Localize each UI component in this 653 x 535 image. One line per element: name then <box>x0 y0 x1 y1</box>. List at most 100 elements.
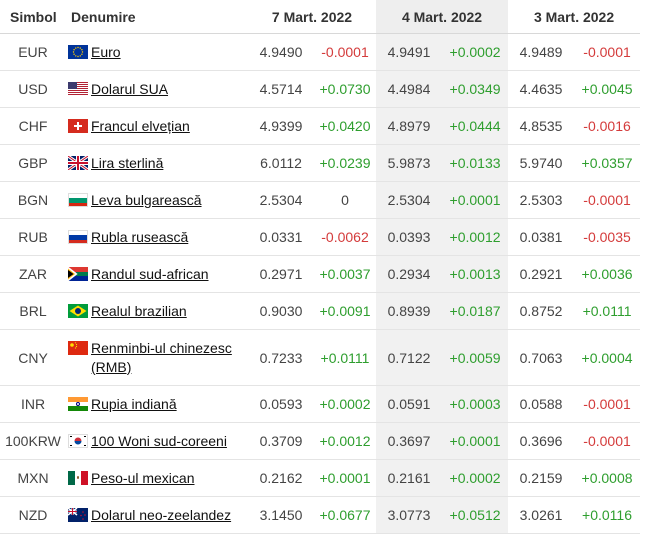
rate-date-2: 0.2934 <box>376 255 443 293</box>
change-date-1: -0.0001 <box>314 33 377 71</box>
change-date-2: +0.0059 <box>442 329 509 386</box>
currency-name-link[interactable]: Randul sud-african <box>91 265 209 284</box>
currency-name-cell: Euro <box>66 33 248 71</box>
ch-flag-icon <box>68 118 88 133</box>
change-date-1: +0.0037 <box>314 255 377 293</box>
currency-symbol: BGN <box>0 181 66 219</box>
change-date-1: +0.0420 <box>314 107 377 145</box>
currency-name-cell: Rubla rusească <box>66 218 248 256</box>
rate-date-1: 6.0112 <box>248 144 314 182</box>
table-row: CNY Renminbi-ul chinezesc (RMB) 0.7233 +0… <box>0 329 641 386</box>
currency-name-link[interactable]: Francul elvețian <box>91 117 190 136</box>
currency-name-link[interactable]: Rupia indiană <box>91 395 177 414</box>
rate-date-1: 0.9030 <box>248 292 314 330</box>
rate-date-1: 2.5304 <box>248 181 314 219</box>
rate-date-3: 4.4635 <box>508 70 575 108</box>
currency-name-link[interactable]: Dolarul SUA <box>91 80 168 99</box>
change-date-3: -0.0035 <box>574 218 641 256</box>
table-row: RUB Rubla rusească 0.0331 -0.0062 0.0393 +0… <box>0 218 641 256</box>
rate-date-2: 4.9491 <box>376 33 443 71</box>
currency-name-cell: Rupia indiană <box>66 385 248 423</box>
rate-date-3: 0.0381 <box>508 218 575 256</box>
currency-name-link[interactable]: Rubla rusească <box>91 228 188 247</box>
change-date-1: +0.0730 <box>314 70 377 108</box>
currency-name-cell: Dolarul SUA <box>66 70 248 108</box>
currency-name-link[interactable]: Lira sterlină <box>91 154 163 173</box>
table-row: ZAR Randul sud-african 0.2971 +0.0037 0.29… <box>0 255 641 293</box>
currency-name-link[interactable]: 100 Woni sud-coreeni <box>91 432 227 451</box>
rate-date-2: 0.0591 <box>376 385 443 423</box>
rate-date-1: 4.9490 <box>248 33 314 71</box>
rate-date-1: 0.3709 <box>248 422 314 460</box>
change-date-3: -0.0001 <box>574 385 641 423</box>
currency-name-link[interactable]: Euro <box>91 43 121 62</box>
change-date-3: +0.0357 <box>574 144 641 182</box>
rate-date-3: 2.5303 <box>508 181 575 219</box>
change-date-2: +0.0512 <box>442 496 509 534</box>
change-date-3: +0.0116 <box>574 496 641 534</box>
rate-date-3: 0.0588 <box>508 385 575 423</box>
currency-symbol: GBP <box>0 144 66 182</box>
change-date-3: -0.0016 <box>574 107 641 145</box>
change-date-3: -0.0001 <box>574 181 641 219</box>
currency-symbol: USD <box>0 70 66 108</box>
za-flag-icon <box>68 266 88 281</box>
change-date-1: +0.0111 <box>314 329 377 386</box>
change-date-2: +0.0002 <box>442 33 509 71</box>
change-date-1: +0.0001 <box>314 459 377 497</box>
column-header-symbol: Simbol <box>0 0 66 34</box>
change-date-2: +0.0003 <box>442 385 509 423</box>
rate-date-2: 0.0393 <box>376 218 443 256</box>
rate-date-1: 4.9399 <box>248 107 314 145</box>
change-date-2: +0.0001 <box>442 422 509 460</box>
change-date-1: +0.0677 <box>314 496 377 534</box>
change-date-2: +0.0002 <box>442 459 509 497</box>
currency-symbol: CNY <box>0 329 66 386</box>
currency-name-link[interactable]: Dolarul neo-zeelandez <box>91 506 231 525</box>
currency-name-cell: Renminbi-ul chinezesc (RMB) <box>66 329 248 386</box>
change-date-3: -0.0001 <box>574 422 641 460</box>
currency-name-cell: Dolarul neo-zeelandez <box>66 496 248 534</box>
currency-name-link[interactable]: Renminbi-ul chinezesc (RMB) <box>91 339 248 377</box>
eu-flag-icon <box>68 44 88 59</box>
rate-date-1: 0.0331 <box>248 218 314 256</box>
change-date-2: +0.0187 <box>442 292 509 330</box>
table-row: GBP Lira sterlină 6.0112 +0.0239 5.9873 +0.… <box>0 144 641 182</box>
currency-name-link[interactable]: Leva bulgarească <box>91 191 202 210</box>
table-row: EUR Euro 4.9490 -0.0001 4.9491 +0.0002 4.948… <box>0 33 641 71</box>
column-header-date-2: 4 Mart. 2022 <box>376 0 509 34</box>
table-row: 100KRW 100 Woni sud-coreeni 0.3709 +0.001… <box>0 422 641 460</box>
rate-date-3: 4.8535 <box>508 107 575 145</box>
rate-date-3: 0.2159 <box>508 459 575 497</box>
currency-symbol: RUB <box>0 218 66 256</box>
currency-symbol: NZD <box>0 496 66 534</box>
change-date-1: +0.0239 <box>314 144 377 182</box>
currency-name-cell: Leva bulgarească <box>66 181 248 219</box>
mx-flag-icon <box>68 470 88 485</box>
change-date-1: 0 <box>314 181 377 219</box>
change-date-3: +0.0036 <box>574 255 641 293</box>
rate-date-1: 0.2162 <box>248 459 314 497</box>
currency-name-link[interactable]: Peso-ul mexican <box>91 469 195 488</box>
gb-flag-icon <box>68 155 88 170</box>
rate-date-3: 0.7063 <box>508 329 575 386</box>
kr-flag-icon <box>68 433 88 448</box>
currency-name-cell: Lira sterlină <box>66 144 248 182</box>
bg-flag-icon <box>68 192 88 207</box>
rate-date-1: 0.7233 <box>248 329 314 386</box>
change-date-2: +0.0444 <box>442 107 509 145</box>
rate-date-2: 0.2161 <box>376 459 443 497</box>
change-date-3: +0.0004 <box>574 329 641 386</box>
rate-date-3: 4.9489 <box>508 33 575 71</box>
rate-date-2: 2.5304 <box>376 181 443 219</box>
rate-date-2: 0.8939 <box>376 292 443 330</box>
rate-date-2: 4.4984 <box>376 70 443 108</box>
rate-date-2: 3.0773 <box>376 496 443 534</box>
table-row: BRL Realul brazilian 0.9030 +0.0091 0.8939… <box>0 292 641 330</box>
rate-date-2: 0.7122 <box>376 329 443 386</box>
currency-name-link[interactable]: Realul brazilian <box>91 302 187 321</box>
currency-symbol: EUR <box>0 33 66 71</box>
currency-symbol: MXN <box>0 459 66 497</box>
rate-date-2: 0.3697 <box>376 422 443 460</box>
rate-date-3: 0.2921 <box>508 255 575 293</box>
